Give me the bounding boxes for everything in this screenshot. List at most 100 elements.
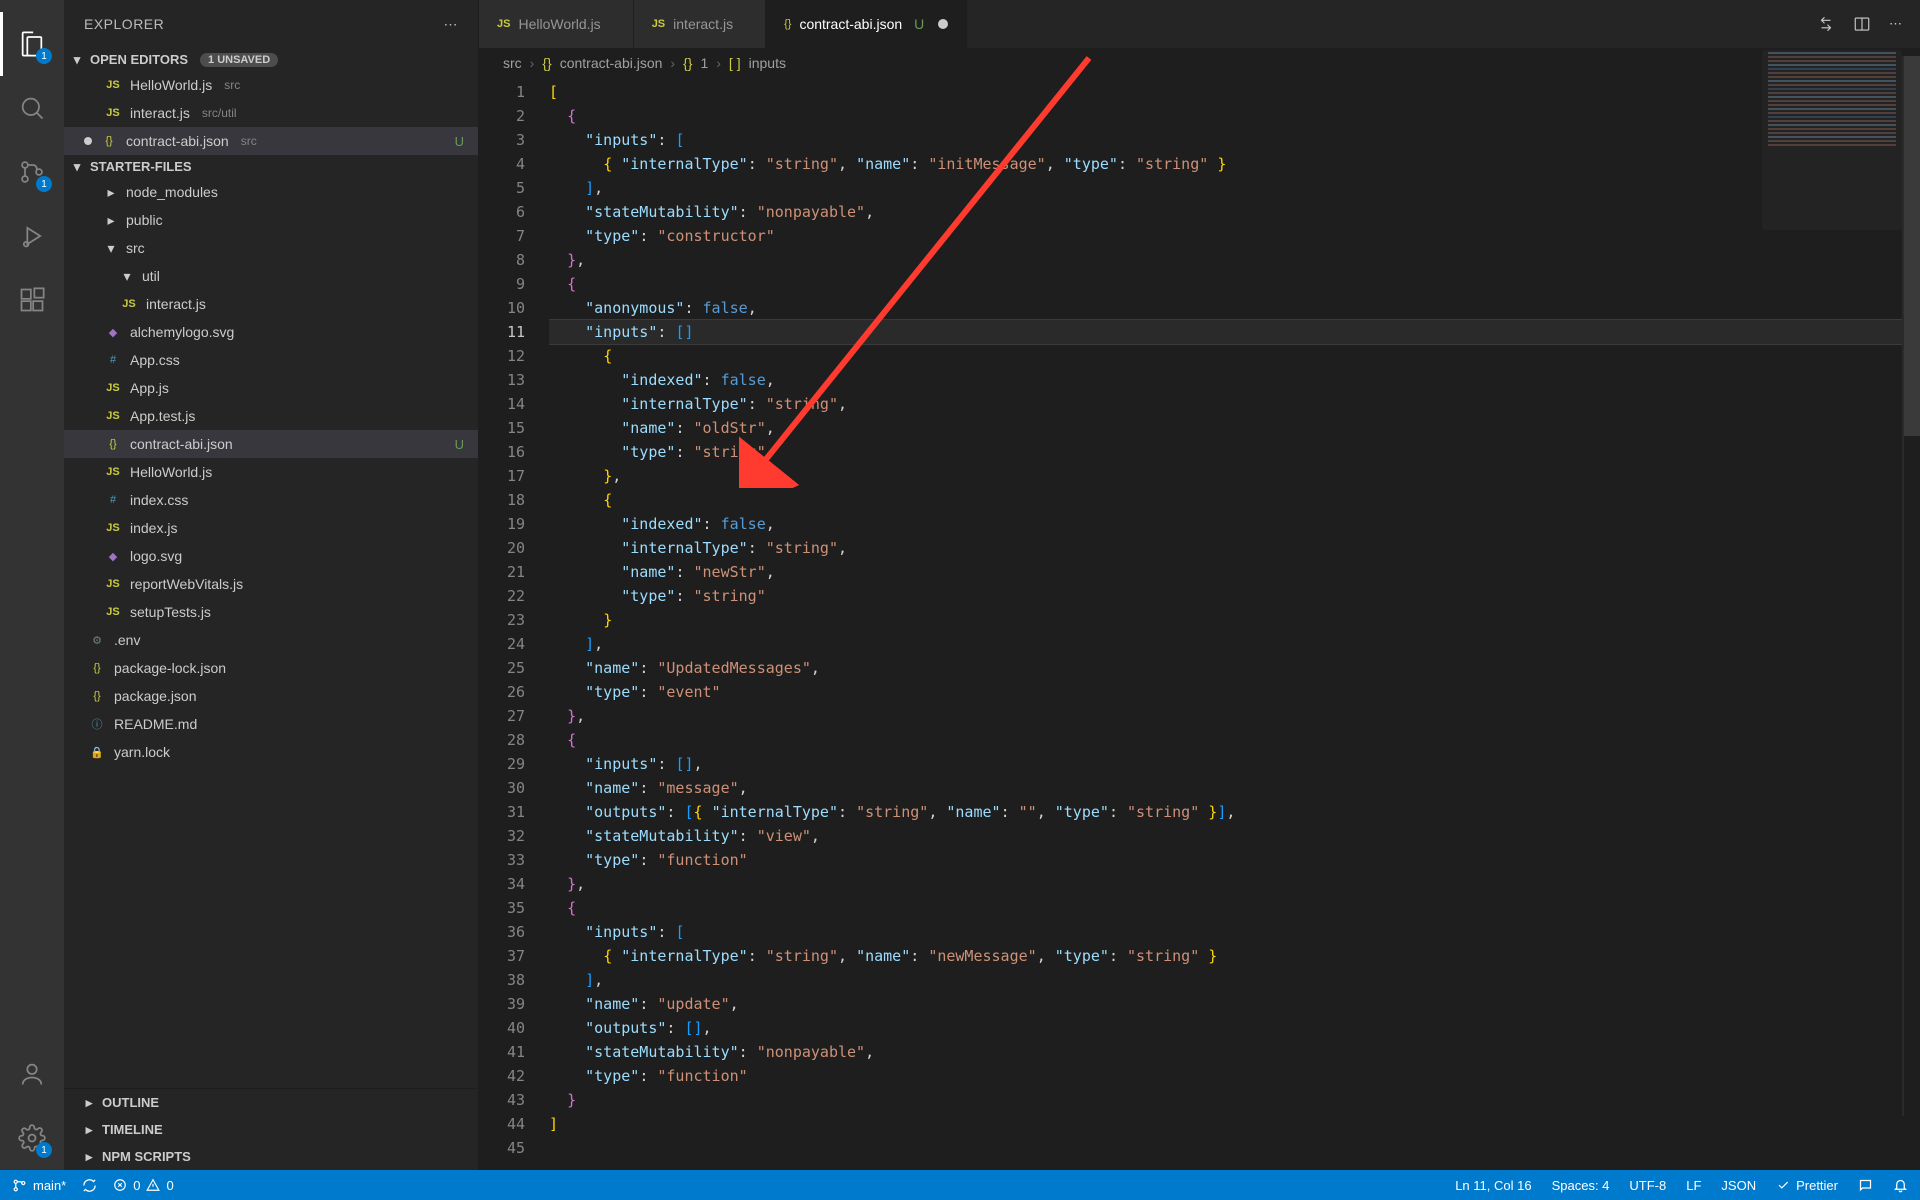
file-name: HelloWorld.js bbox=[130, 464, 212, 480]
activity-settings-icon[interactable]: 1 bbox=[0, 1106, 64, 1170]
file-item[interactable]: {}package-lock.json bbox=[64, 654, 478, 682]
settings-badge: 1 bbox=[36, 1142, 52, 1158]
file-type-icon: JS bbox=[104, 382, 122, 394]
git-status-badge: U bbox=[455, 134, 464, 149]
status-bar: main* 0 0 Ln 11, Col 16 Spaces: 4 UTF-8 … bbox=[0, 1170, 1920, 1200]
editor-body[interactable]: 1234567891011121314151617181920212223242… bbox=[479, 78, 1920, 1170]
file-name: HelloWorld.js bbox=[130, 77, 212, 93]
file-item[interactable]: ⓘREADME.md bbox=[64, 710, 478, 738]
activity-debug-icon[interactable] bbox=[0, 204, 64, 268]
file-name: .env bbox=[114, 632, 140, 648]
file-item[interactable]: JSindex.js bbox=[64, 514, 478, 542]
file-item[interactable]: #index.css bbox=[64, 486, 478, 514]
file-item[interactable]: JS App.test.js bbox=[64, 402, 478, 430]
folder-item[interactable]: ▸node_modules bbox=[64, 178, 478, 206]
more-icon[interactable]: ⋯ bbox=[444, 16, 459, 33]
folder-name: src bbox=[126, 240, 145, 256]
split-editor-icon[interactable] bbox=[1853, 15, 1871, 33]
activity-search-icon[interactable] bbox=[0, 76, 64, 140]
activity-extensions-icon[interactable] bbox=[0, 268, 64, 332]
file-type-icon: JS bbox=[104, 79, 122, 91]
npm-scripts-header[interactable]: ▸ NPM SCRIPTS bbox=[64, 1143, 478, 1170]
file-name: package-lock.json bbox=[114, 660, 226, 676]
open-editors-header[interactable]: ▾ OPEN EDITORS 1 UNSAVED bbox=[64, 48, 478, 71]
file-item[interactable]: JS App.js bbox=[64, 374, 478, 402]
folder-item[interactable]: ▾ src bbox=[64, 234, 478, 262]
file-item[interactable]: 🔒yarn.lock bbox=[64, 738, 478, 766]
scroll-thumb[interactable] bbox=[1904, 56, 1920, 436]
editor-tab[interactable]: JSHelloWorld.js bbox=[479, 0, 634, 48]
file-item[interactable]: ⚙ .env bbox=[64, 626, 478, 654]
outline-header[interactable]: ▸ OUTLINE bbox=[64, 1089, 478, 1116]
file-item[interactable]: JSsetupTests.js bbox=[64, 598, 478, 626]
file-type-icon: JS bbox=[104, 107, 122, 119]
indentation[interactable]: Spaces: 4 bbox=[1552, 1178, 1610, 1193]
git-branch[interactable]: main* bbox=[12, 1178, 66, 1193]
file-name: setupTests.js bbox=[130, 604, 211, 620]
file-name: contract-abi.json bbox=[130, 436, 233, 452]
editor-tab[interactable]: {}contract-abi.jsonU bbox=[766, 0, 967, 48]
activity-scm-icon[interactable]: 1 bbox=[0, 140, 64, 204]
eol[interactable]: LF bbox=[1686, 1178, 1701, 1193]
project-name: STARTER-FILES bbox=[90, 159, 192, 174]
feedback-icon[interactable] bbox=[1858, 1178, 1873, 1193]
file-item[interactable]: JSreportWebVitals.js bbox=[64, 570, 478, 598]
file-type-icon: {} bbox=[100, 135, 118, 147]
folder-name: util bbox=[142, 268, 160, 284]
encoding[interactable]: UTF-8 bbox=[1629, 1178, 1666, 1193]
timeline-header[interactable]: ▸ TIMELINE bbox=[64, 1116, 478, 1143]
open-editors-list: JS HelloWorld.js src JSinteract.jssrc/util {… bbox=[64, 71, 478, 155]
cursor-position[interactable]: Ln 11, Col 16 bbox=[1455, 1178, 1531, 1193]
code-content[interactable]: [ { "inputs": [ { "internalType": "strin… bbox=[549, 78, 1920, 1170]
open-editor-item[interactable]: JS HelloWorld.js src bbox=[64, 71, 478, 99]
open-editor-item[interactable]: JSinteract.jssrc/util bbox=[64, 99, 478, 127]
file-item[interactable]: JSinteract.js bbox=[64, 290, 478, 318]
git-status-badge: U bbox=[455, 437, 464, 452]
open-editor-item[interactable]: {}contract-abi.jsonsrcU bbox=[64, 127, 478, 155]
chevron-right-icon: ▸ bbox=[104, 184, 118, 201]
prettier-status[interactable]: Prettier bbox=[1776, 1178, 1838, 1193]
scm-badge: 1 bbox=[36, 176, 52, 192]
file-name: App.js bbox=[130, 380, 169, 396]
file-item[interactable]: {}package.json bbox=[64, 682, 478, 710]
file-type-icon: ⚙ bbox=[88, 634, 106, 647]
file-name: logo.svg bbox=[130, 548, 182, 564]
file-name: App.test.js bbox=[130, 408, 195, 424]
chevron-down-icon: ▾ bbox=[70, 160, 84, 174]
file-path: src bbox=[224, 78, 240, 92]
editor-tab[interactable]: JSinteract.js bbox=[634, 0, 766, 48]
project-header[interactable]: ▾ STARTER-FILES bbox=[64, 155, 478, 178]
minimap[interactable] bbox=[1762, 50, 1902, 230]
file-item[interactable]: JSHelloWorld.js bbox=[64, 458, 478, 486]
file-item[interactable]: #App.css bbox=[64, 346, 478, 374]
chevron-right-icon: ▸ bbox=[82, 1150, 96, 1164]
file-name: index.css bbox=[130, 492, 188, 508]
file-type-icon: JS bbox=[104, 410, 122, 422]
file-path: src bbox=[241, 134, 257, 148]
sync-icon[interactable] bbox=[82, 1178, 97, 1193]
notifications-icon[interactable] bbox=[1893, 1178, 1908, 1193]
file-type-icon: ⓘ bbox=[88, 716, 106, 732]
unsaved-badge: 1 UNSAVED bbox=[200, 53, 278, 67]
modified-dot-icon bbox=[84, 137, 92, 145]
errors-warnings[interactable]: 0 0 bbox=[113, 1178, 173, 1193]
language-mode[interactable]: JSON bbox=[1721, 1178, 1756, 1193]
breadcrumb[interactable]: src › {} contract-abi.json › {} 1 › [ ] … bbox=[479, 48, 1920, 78]
file-item[interactable]: {}contract-abi.jsonU bbox=[64, 430, 478, 458]
folder-item[interactable]: ▸public bbox=[64, 206, 478, 234]
more-actions-icon[interactable]: ⋯ bbox=[1889, 16, 1902, 32]
file-type-icon: 🔒 bbox=[88, 746, 106, 759]
folder-item[interactable]: ▾util bbox=[64, 262, 478, 290]
line-numbers: 1234567891011121314151617181920212223242… bbox=[479, 78, 549, 1170]
file-item[interactable]: ◆alchemylogo.svg bbox=[64, 318, 478, 346]
file-name: package.json bbox=[114, 688, 197, 704]
compare-icon[interactable] bbox=[1817, 15, 1835, 33]
activity-explorer-icon[interactable]: 1 bbox=[0, 12, 64, 76]
chevron-down-icon: ▾ bbox=[104, 240, 118, 257]
explorer-badge: 1 bbox=[36, 48, 52, 64]
file-type-icon: JS bbox=[652, 18, 665, 30]
file-name: reportWebVitals.js bbox=[130, 576, 243, 592]
file-item[interactable]: ◆logo.svg bbox=[64, 542, 478, 570]
activity-account-icon[interactable] bbox=[0, 1042, 64, 1106]
file-tree: ▸node_modules▸public ▾ src ▾utilJSinteract.… bbox=[64, 178, 478, 1088]
